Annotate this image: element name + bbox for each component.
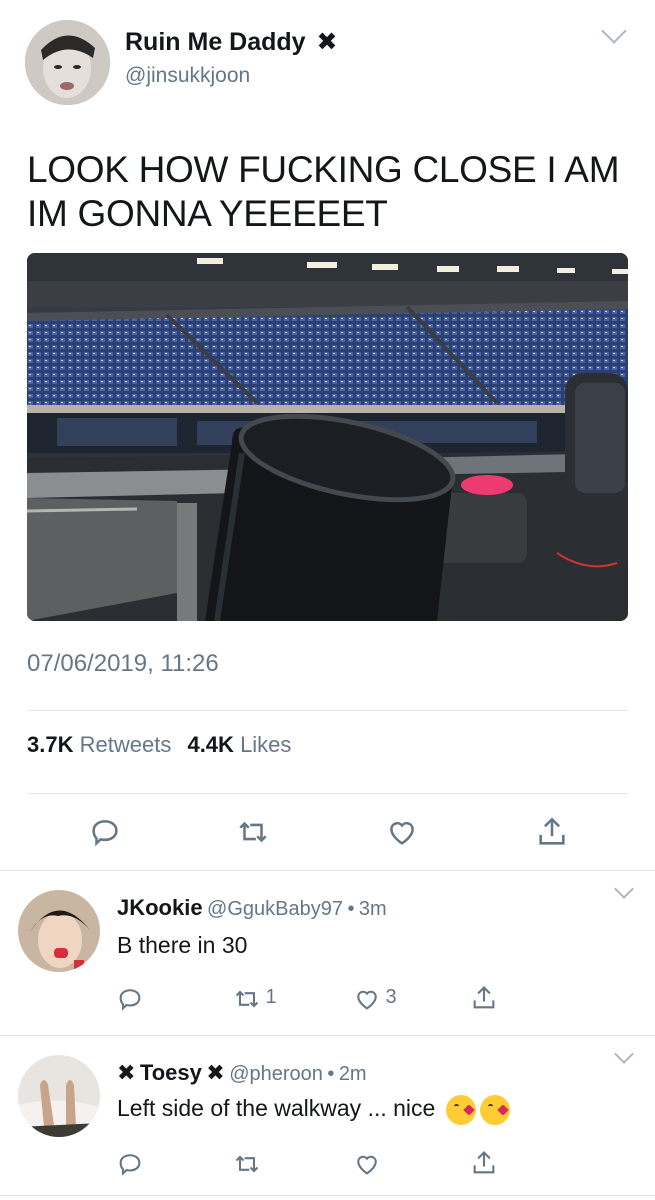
reply-icon[interactable] (116, 985, 144, 1013)
author-name[interactable]: Ruin Me Daddy (125, 28, 306, 56)
tweet-timestamp: 07/06/2019, 11:26 (27, 650, 219, 677)
like-count: 3 (385, 986, 397, 1009)
retweet-count: 1 (265, 986, 277, 1009)
share-icon[interactable] (470, 984, 498, 1012)
likes-stat[interactable]: 4.4K Likes (187, 732, 291, 757)
retweet-icon[interactable] (236, 815, 270, 849)
author-name-row[interactable]: Ruin Me Daddy ✖ (125, 27, 337, 57)
chevron-down-icon[interactable] (601, 18, 627, 44)
tweet-stats: 3.7K Retweets 4.4K Likes (27, 732, 291, 758)
divider (27, 793, 628, 794)
reply-time: 2m (338, 1063, 367, 1085)
retweet-icon[interactable] (233, 1150, 261, 1178)
chevron-down-icon[interactable] (614, 879, 634, 899)
share-icon[interactable] (535, 815, 569, 849)
divider (0, 1035, 655, 1036)
share-icon[interactable] (470, 1149, 498, 1177)
like-icon[interactable] (385, 815, 419, 849)
likes-count: 4.4K (187, 732, 234, 757)
reply-text-content: Left side of the walkway ... nice (117, 1095, 436, 1122)
like-icon[interactable] (353, 1150, 381, 1178)
tweet-text-line: LOOK HOW FUCKING CLOSE I AM (27, 149, 620, 190)
kissing-face-emoji-icon (479, 1095, 510, 1125)
divider (27, 710, 628, 711)
separator-dot: • (327, 1063, 335, 1085)
retweets-count: 3.7K (27, 732, 74, 757)
like-icon (353, 985, 381, 1013)
reply-avatar[interactable] (18, 890, 100, 972)
reply-text: Left side of the walkway ... nice (117, 1095, 510, 1125)
reply-icon[interactable] (88, 815, 122, 849)
reply-header: JKookie @GgukBaby97 • 3m (117, 895, 387, 921)
separator-dot: • (347, 898, 355, 920)
reply-author-handle[interactable]: @GgukBaby97 (207, 898, 343, 920)
reply-time: 3m (358, 898, 387, 920)
retweet-icon (233, 985, 261, 1013)
reply-header: ✖ Toesy ✖ @pheroon • 2m (117, 1060, 367, 1086)
divider (0, 870, 655, 871)
tweet-text: LOOK HOW FUCKING CLOSE I AM IM GONNA YEE… (27, 148, 637, 236)
kissing-face-emoji-icon (445, 1095, 476, 1125)
chevron-down-icon[interactable] (614, 1044, 634, 1064)
divider (0, 1195, 655, 1196)
tweet-text-line: IM GONNA YEEEEET (27, 193, 388, 234)
author-avatar[interactable] (25, 20, 110, 105)
x-badge-icon: ✖ (206, 1060, 225, 1085)
tweet-photo[interactable] (27, 253, 628, 621)
reply-text: B there in 30 (117, 932, 248, 958)
x-badge-icon: ✖ (316, 28, 338, 56)
reply-icon[interactable] (116, 1150, 144, 1178)
retweet-action[interactable]: 1 (233, 985, 277, 1013)
reply-author-handle[interactable]: @pheroon (229, 1063, 323, 1085)
likes-label: Likes (240, 732, 292, 757)
like-action[interactable]: 3 (353, 985, 397, 1013)
retweets-stat[interactable]: 3.7K Retweets (27, 732, 177, 757)
reply-author-name[interactable]: Toesy (140, 1060, 202, 1085)
reply-author-name[interactable]: JKookie (117, 895, 203, 920)
x-badge-icon: ✖ (117, 1060, 136, 1085)
reply-avatar[interactable] (18, 1055, 100, 1137)
retweets-label: Retweets (79, 732, 172, 757)
author-handle[interactable]: @jinsukkjoon (125, 64, 250, 88)
